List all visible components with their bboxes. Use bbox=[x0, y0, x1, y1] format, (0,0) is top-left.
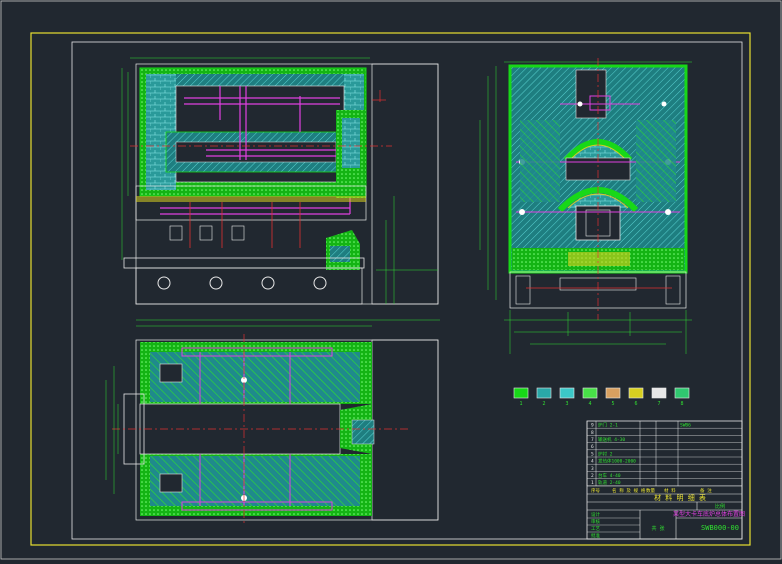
side-section-view bbox=[479, 58, 692, 354]
cad-drawing-canvas: 12345678 9 炉门 2-1 SWB687 输送机 4-3065 炉衬 24 发热体… bbox=[0, 0, 782, 560]
legend-label: 6 bbox=[634, 401, 637, 407]
legend-label: 8 bbox=[680, 401, 683, 407]
drawing-title: 某型大卡车底炉总体布置图 bbox=[673, 510, 745, 518]
cad-drawing-viewport[interactable]: 12345678 9 炉门 2-1 SWB6 8 7 输送机 4-30 6 5 炉衬 2 4 发热体… bbox=[0, 0, 782, 560]
signature-label: 审核 bbox=[591, 518, 600, 525]
row-number: 1 bbox=[591, 480, 594, 486]
signature-label: 设计 bbox=[591, 511, 600, 518]
table-row: 6 bbox=[591, 444, 594, 450]
legend-label: 5 bbox=[611, 401, 614, 407]
plan-section-view bbox=[105, 334, 439, 526]
row-number: 9 bbox=[591, 423, 594, 429]
legend-brick: 5 bbox=[605, 387, 621, 407]
legend-mortar: 8 bbox=[674, 387, 690, 407]
table-row: 9 炉门 2-1 SWB6 bbox=[591, 422, 691, 429]
legend-label: 2 bbox=[542, 401, 545, 407]
table-header-cell: 序号 bbox=[591, 487, 600, 494]
row-number: 6 bbox=[591, 444, 594, 450]
legend-insulation: 1 bbox=[513, 387, 529, 407]
title-block: 9 炉门 2-1 SWB6 87 输送机 4-30 65 炉衬 2 4 发热体1000-2000… bbox=[586, 420, 745, 540]
row-number: 3 bbox=[591, 466, 594, 472]
sheet-label: 共 张 bbox=[651, 525, 664, 532]
table-header-cell: 材 料 bbox=[664, 487, 676, 494]
scale-label: 比例 bbox=[715, 503, 725, 510]
signature-label: 工艺 bbox=[591, 526, 600, 532]
legend-label: 7 bbox=[657, 401, 660, 407]
table-row: 8 bbox=[591, 430, 594, 436]
table-row: 1 轨道 2-40 bbox=[591, 479, 621, 486]
legend-refractory: 3 bbox=[559, 387, 575, 407]
row-name: 台车 4-40 bbox=[598, 472, 621, 479]
legend-label: 3 bbox=[565, 401, 568, 407]
table-row: 2 台车 4-40 bbox=[591, 472, 621, 479]
row-name: 发热体1000-2000 bbox=[598, 458, 636, 465]
front-elevation-view bbox=[121, 57, 440, 327]
materials-table-title: 材 料 明 细 表 bbox=[654, 493, 706, 502]
legend-fiber: 4 bbox=[582, 387, 598, 407]
legend-castable: 2 bbox=[536, 387, 552, 407]
row-name: 炉门 2-1 bbox=[598, 422, 618, 429]
row-number: 7 bbox=[591, 437, 594, 443]
row-name: 轨道 2-40 bbox=[598, 479, 621, 486]
table-header-cell: 备 注 bbox=[700, 487, 712, 494]
signature-labels: 设计审核工艺批准 bbox=[587, 511, 640, 540]
material-legend: 1 2 3 4 5 6 7 8 bbox=[513, 387, 690, 407]
materials-table: 9 炉门 2-1 SWB6 87 输送机 4-30 65 炉衬 2 4 发热体1000-2000… bbox=[586, 421, 743, 494]
table-row: 5 炉衬 2 bbox=[591, 450, 613, 457]
row-number: 4 bbox=[591, 459, 594, 465]
legend-label: 4 bbox=[588, 401, 591, 407]
legend-steel: 6 bbox=[628, 387, 644, 407]
table-row: 4 发热体1000-2000 bbox=[591, 458, 636, 465]
table-header-cell: 数量 bbox=[646, 487, 655, 494]
table-header-cell: 名 称 及 规 格 bbox=[612, 487, 646, 494]
signature-label: 批准 bbox=[591, 532, 600, 539]
row-name: 炉衬 2 bbox=[598, 450, 613, 457]
legend-label: 1 bbox=[519, 401, 522, 407]
row-number: 5 bbox=[591, 451, 594, 457]
row-mark: SWB6 bbox=[680, 423, 691, 429]
table-row: 3 bbox=[591, 466, 594, 472]
legend-blank: 7 bbox=[651, 387, 667, 407]
row-number: 2 bbox=[591, 473, 594, 479]
row-name: 输送机 4-30 bbox=[598, 436, 625, 443]
drawing-number: SWB000-00 bbox=[701, 524, 739, 532]
row-number: 8 bbox=[591, 430, 594, 436]
